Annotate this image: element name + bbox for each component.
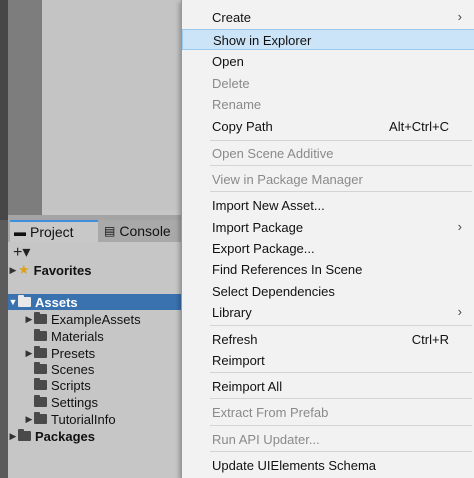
project-toolbar: +▾	[8, 242, 182, 262]
tab-console[interactable]: ▤ Console	[100, 220, 184, 242]
scene-view-dark	[8, 0, 42, 215]
menu-separator	[210, 425, 472, 426]
collapse-arrow-icon[interactable]: ▼	[8, 297, 18, 307]
unity-editor: ▬ Project ▤ Console +▾ ▶ ★ Favorites ▼ A…	[0, 0, 474, 478]
folder-icon	[34, 362, 47, 374]
tree-item-label: ExampleAssets	[51, 311, 141, 327]
shortcut-label: Ctrl+R	[411, 332, 449, 347]
menu-separator	[210, 451, 472, 452]
menu-item-run-api-updater: Run API Updater...	[212, 432, 320, 447]
tree-item-packages[interactable]: ▶ Packages	[8, 428, 182, 444]
expand-arrow-icon[interactable]: ▶	[8, 431, 18, 442]
expand-arrow-icon[interactable]: ▶	[24, 314, 34, 325]
tree-item-scenes[interactable]: Scenes	[8, 361, 208, 377]
folder-icon	[34, 395, 47, 407]
menu-separator	[210, 191, 472, 192]
menu-separator	[210, 372, 472, 373]
tree-item-label: Packages	[35, 428, 95, 444]
folder-icon	[34, 412, 47, 424]
folder-icon	[34, 346, 47, 358]
chevron-right-icon: ›	[457, 219, 462, 234]
menu-item-reimport-all[interactable]: Reimport All	[182, 376, 474, 397]
menu-item-open-scene-additive: Open Scene Additive	[212, 146, 334, 161]
folder-icon: ▬	[14, 225, 26, 239]
folder-icon	[34, 312, 47, 324]
menu-item-export-package[interactable]: Export Package...	[182, 238, 474, 259]
menu-item-copy-path[interactable]: Copy Path Alt+Ctrl+C	[182, 116, 474, 137]
tab-label: Console	[119, 223, 171, 239]
tree-item-label: Favorites	[33, 262, 92, 278]
tree-item-settings[interactable]: Settings	[8, 394, 208, 410]
add-asset-button[interactable]: +▾	[13, 242, 30, 262]
folder-icon	[34, 329, 47, 341]
chevron-right-icon: ›	[457, 304, 462, 319]
project-tabbar: ▬ Project ▤ Console	[8, 220, 182, 242]
chevron-right-icon: ›	[457, 9, 462, 24]
folder-icon	[18, 429, 31, 441]
folder-icon	[34, 378, 47, 390]
shortcut-label: Alt+Ctrl+C	[389, 119, 449, 134]
menu-separator	[210, 325, 472, 326]
tab-project[interactable]: ▬ Project	[10, 220, 98, 242]
menu-item-show-in-explorer[interactable]: Show in Explorer	[182, 29, 474, 50]
menu-separator	[210, 140, 472, 141]
menu-item-extract-from-prefab: Extract From Prefab	[212, 405, 329, 420]
menu-item-open[interactable]: Open	[182, 51, 474, 72]
console-icon: ▤	[104, 224, 116, 238]
menu-item-import-new-asset[interactable]: Import New Asset...	[182, 195, 474, 216]
star-icon: ★	[18, 262, 30, 277]
expand-arrow-icon[interactable]: ▶	[8, 265, 18, 276]
menu-item-rename: Rename	[212, 97, 262, 112]
tree-item-label: Scenes	[51, 361, 95, 377]
tree-item-materials[interactable]: Materials	[8, 328, 208, 344]
tree-item-favorites[interactable]: ▶ ★ Favorites	[8, 262, 182, 278]
left-edge-panel-lower	[0, 220, 8, 478]
tree-item-label: Presets	[51, 345, 96, 361]
scene-view[interactable]	[42, 0, 182, 215]
tree-item-presets[interactable]: ▶ Presets	[8, 345, 198, 361]
menu-item-find-references-in-scene[interactable]: Find References In Scene	[182, 259, 474, 280]
menu-item-reimport[interactable]: Reimport	[182, 350, 474, 371]
tree-item-label: TutorialInfo	[51, 411, 116, 427]
menu-separator	[210, 165, 472, 166]
menu-item-library[interactable]: Library ›	[182, 302, 474, 323]
left-edge-panel	[0, 0, 8, 220]
menu-separator	[210, 398, 472, 399]
tree-item-exampleassets[interactable]: ▶ ExampleAssets	[8, 311, 198, 327]
tree-item-scripts[interactable]: Scripts	[8, 377, 208, 393]
expand-arrow-icon[interactable]: ▶	[24, 414, 34, 425]
tree-item-assets[interactable]: ▼ Assets	[8, 294, 182, 310]
menu-item-select-dependencies[interactable]: Select Dependencies	[182, 281, 474, 302]
tree-item-label: Materials	[51, 328, 104, 344]
tree-item-label: Assets	[35, 294, 78, 310]
project-tree: ▶ ★ Favorites ▼ Assets ▶ ExampleAssets M…	[8, 262, 182, 478]
menu-item-refresh[interactable]: Refresh Ctrl+R	[182, 329, 474, 350]
tree-item-tutorialinfo[interactable]: ▶ TutorialInfo	[8, 411, 198, 427]
tab-label: Project	[30, 224, 74, 240]
tree-item-label: Settings	[51, 394, 98, 410]
menu-item-update-uielements-schema[interactable]: Update UIElements Schema	[182, 455, 474, 476]
menu-item-view-in-package-manager: View in Package Manager	[212, 172, 363, 187]
menu-item-delete: Delete	[212, 76, 250, 91]
tree-item-label: Scripts	[51, 377, 91, 393]
context-menu: Create › Show in Explorer Open Delete Re…	[181, 0, 474, 478]
menu-item-create[interactable]: Create ›	[182, 7, 474, 28]
folder-icon	[18, 295, 31, 307]
menu-item-import-package[interactable]: Import Package ›	[182, 217, 474, 238]
expand-arrow-icon[interactable]: ▶	[24, 348, 34, 359]
